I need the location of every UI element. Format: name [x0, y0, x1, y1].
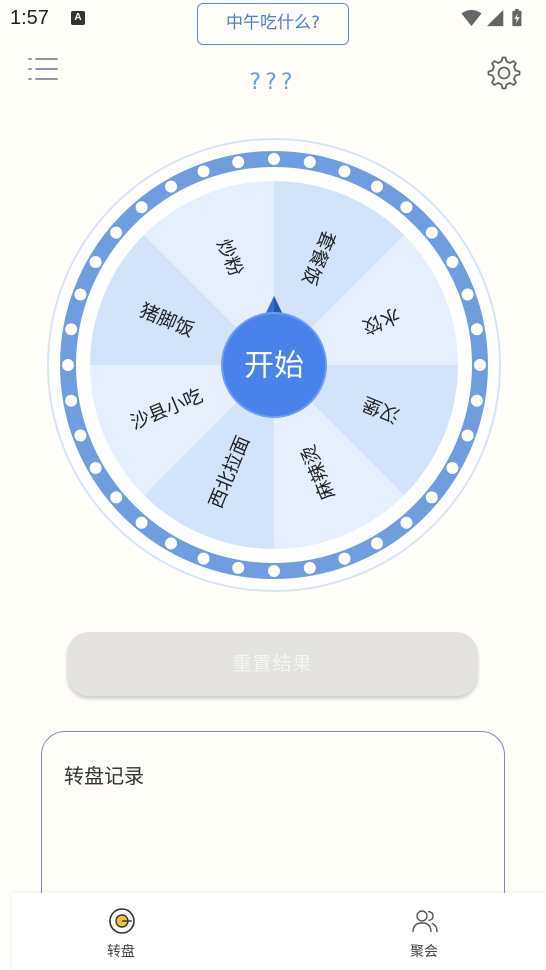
wheel-bulb [474, 359, 486, 371]
nav-label-party: 聚会 [410, 944, 438, 960]
page-title[interactable]: 中午吃什么? [197, 3, 349, 45]
wheel-bulb [89, 462, 102, 474]
wheel-bulb [110, 491, 123, 504]
wheel-bulb [371, 180, 383, 193]
wheel-bulb [74, 288, 87, 301]
wifi-icon [461, 9, 482, 27]
wheel-bulb [400, 201, 413, 214]
wheel-bulb [110, 226, 123, 239]
wheel-bulb [338, 552, 351, 565]
wheel-bulb [446, 462, 459, 474]
wheel-bulb [446, 256, 459, 268]
spin-wheel[interactable]: 套餐饭水饺汉堡麻辣烫西北拉面沙县小吃猪脚饭炒粉开始 [46, 137, 502, 593]
record-card-title: 转盘记录 [64, 764, 144, 788]
wheel-bulb [268, 565, 280, 577]
nav-label-wheel: 转盘 [107, 944, 135, 960]
wheel-bulb [461, 429, 474, 442]
wheel-bulb [135, 516, 148, 529]
wheel-bulb [135, 201, 148, 214]
wheel-bulb [74, 429, 87, 442]
wheel-bulb [232, 561, 245, 574]
wheel-bulb [470, 323, 483, 336]
wheel-bulb [461, 288, 474, 301]
wheel-bulb [338, 165, 351, 178]
notification-icon: A [71, 11, 85, 25]
battery-icon [512, 8, 522, 27]
wheel-bulb [371, 537, 383, 550]
people-icon [412, 910, 438, 933]
wheel-bulb [197, 165, 210, 178]
wheel-bulb [268, 153, 280, 165]
reset-result-button[interactable]: 重置结果 [67, 632, 478, 696]
wheel-bulb [425, 491, 438, 504]
wheel-bulb [425, 226, 438, 239]
status-time: 1:57 [10, 7, 49, 29]
wheel-bulb [303, 156, 316, 169]
wheel-bulb [89, 256, 102, 268]
wheel-bulb [232, 156, 245, 169]
wheel-bulb [65, 394, 78, 407]
status-icons [461, 8, 522, 27]
nav-item-party[interactable]: 聚会 [364, 893, 484, 970]
nav-item-wheel[interactable]: 转盘 [61, 893, 181, 970]
wheel-bulb [165, 180, 177, 193]
signal-icon [486, 9, 504, 27]
wheel-bulb [470, 394, 483, 407]
wheel-bulb [303, 561, 316, 574]
wheel-bulb [165, 537, 177, 550]
bottom-nav: 转盘 聚会 [12, 893, 546, 970]
wheel-bulb [400, 516, 413, 529]
result-text: ??? [249, 70, 297, 95]
wheel-bulb [65, 323, 78, 336]
wheel-icon [109, 908, 135, 934]
start-button-label: 开始 [244, 349, 304, 384]
wheel-bulb [62, 359, 74, 371]
wheel-bulb [197, 552, 210, 565]
